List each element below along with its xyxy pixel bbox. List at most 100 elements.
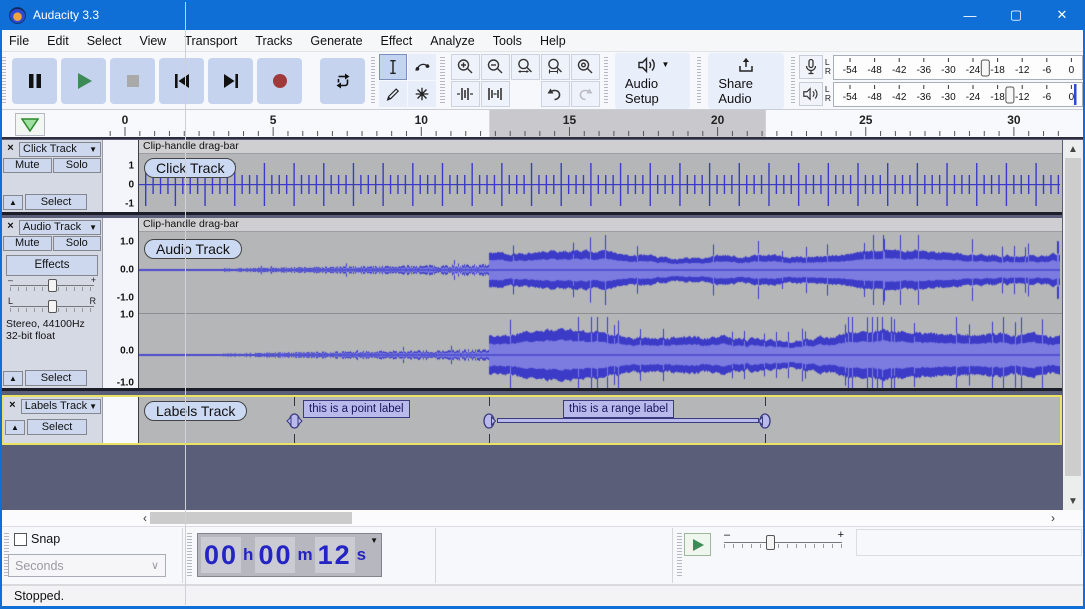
vertical-scrollbar-thumb[interactable] bbox=[1065, 158, 1081, 476]
click-track-name-chip[interactable]: Click Track bbox=[144, 158, 237, 178]
audio-solo-button[interactable]: Solo bbox=[52, 236, 101, 251]
time-toolbar-grip[interactable] bbox=[187, 533, 192, 578]
audio-track-clip[interactable]: Clip-handle drag-bar Audio Track bbox=[139, 218, 1062, 388]
range-label-text[interactable]: this is a range label bbox=[563, 400, 675, 418]
labels-track-name-chip[interactable]: Labels Track bbox=[144, 401, 248, 421]
menu-help[interactable]: Help bbox=[531, 31, 575, 51]
edit-toolbar-grip[interactable] bbox=[440, 57, 445, 104]
share-audio-button[interactable]: Share Audio bbox=[708, 52, 784, 109]
menu-tracks[interactable]: Tracks bbox=[246, 31, 301, 51]
click-track-close-button[interactable]: × bbox=[3, 142, 18, 156]
audio-setup-toolbar-grip[interactable] bbox=[603, 57, 608, 104]
play-speed-toolbar-grip[interactable] bbox=[677, 533, 682, 578]
scroll-down-arrow[interactable]: ▼ bbox=[1063, 492, 1083, 510]
audio-setup-button[interactable]: ▼ Audio Setup bbox=[614, 52, 691, 109]
labels-track-close-button[interactable]: × bbox=[5, 399, 20, 413]
silence-audio-button[interactable] bbox=[480, 81, 510, 107]
menu-edit[interactable]: Edit bbox=[38, 31, 78, 51]
audio-position-caret-icon[interactable]: ▼ bbox=[370, 536, 378, 545]
range-label-end-handle-icon[interactable] bbox=[758, 413, 772, 429]
labels-track-menu-button[interactable]: Labels Track ▼ bbox=[20, 398, 101, 414]
zoom-toggle-button[interactable] bbox=[570, 54, 600, 80]
audio-track-menu-button[interactable]: Audio Track ▼ bbox=[19, 219, 101, 235]
snap-checkbox[interactable] bbox=[14, 532, 27, 546]
loop-region-button[interactable] bbox=[15, 113, 45, 136]
maximize-button[interactable]: ▢ bbox=[993, 0, 1039, 30]
vertical-scrollbar[interactable]: ▲ ▼ bbox=[1063, 140, 1083, 510]
minimize-button[interactable]: — bbox=[947, 0, 993, 30]
stop-button[interactable] bbox=[110, 57, 156, 104]
skip-to-end-button[interactable] bbox=[208, 57, 254, 104]
zoom-out-button[interactable] bbox=[480, 54, 510, 80]
menu-tools[interactable]: Tools bbox=[484, 31, 531, 51]
menu-analyze[interactable]: Analyze bbox=[421, 31, 483, 51]
playback-speaker-icon[interactable] bbox=[798, 82, 823, 106]
audio-track-name-chip[interactable]: Audio Track bbox=[144, 239, 242, 259]
horizontal-scrollbar-thumb[interactable] bbox=[150, 512, 352, 524]
click-solo-button[interactable]: Solo bbox=[52, 158, 101, 173]
zoom-in-button[interactable] bbox=[450, 54, 480, 80]
zoom-selection-button[interactable] bbox=[510, 54, 540, 80]
share-audio-toolbar-grip[interactable] bbox=[697, 57, 702, 104]
time-digit-group[interactable]: 00 bbox=[255, 537, 296, 573]
gain-slider-thumb[interactable] bbox=[48, 279, 57, 292]
transport-toolbar-grip[interactable] bbox=[2, 57, 7, 104]
pause-button[interactable] bbox=[12, 57, 58, 104]
fit-project-button[interactable] bbox=[540, 54, 570, 80]
undo-button[interactable] bbox=[540, 81, 570, 107]
audio-select-button[interactable]: Select bbox=[25, 370, 87, 386]
point-label-handle-icon[interactable] bbox=[286, 413, 303, 429]
labels-track-clip[interactable]: Labels Track this is a point label this … bbox=[139, 397, 1060, 443]
pan-slider-thumb[interactable] bbox=[48, 300, 57, 313]
speed-slider-thumb[interactable] bbox=[766, 535, 775, 550]
tools-toolbar-grip[interactable] bbox=[371, 57, 376, 104]
click-clip-drag-bar[interactable]: Clip-handle drag-bar bbox=[139, 140, 1062, 154]
range-label-bar[interactable] bbox=[497, 418, 759, 423]
click-vertical-ruler[interactable]: 1 0 -1 bbox=[103, 140, 139, 212]
selection-tool-button[interactable] bbox=[379, 54, 408, 80]
snap-mode-select[interactable]: Seconds ∨ bbox=[8, 554, 166, 577]
timeline-ruler[interactable]: 0 5 10 15 20 25 30 bbox=[103, 110, 1063, 137]
envelope-tool-button[interactable] bbox=[408, 54, 437, 80]
multi-tool-button[interactable] bbox=[408, 81, 437, 107]
labels-select-button[interactable]: Select bbox=[27, 419, 87, 435]
menu-generate[interactable]: Generate bbox=[301, 31, 371, 51]
audio-effects-button[interactable]: Effects bbox=[6, 255, 98, 276]
play-button[interactable] bbox=[61, 57, 107, 104]
click-collapse-button[interactable]: ▲ bbox=[3, 194, 23, 210]
scroll-up-arrow[interactable]: ▲ bbox=[1063, 140, 1083, 158]
menu-effect[interactable]: Effect bbox=[372, 31, 422, 51]
time-digit-group[interactable]: 12 bbox=[314, 537, 355, 573]
scroll-right-arrow[interactable]: › bbox=[1046, 511, 1060, 525]
track-area[interactable]: × Click Track ▼ Mute Solo ▲ Select 1 0 -… bbox=[0, 139, 1085, 510]
menu-view[interactable]: View bbox=[130, 31, 175, 51]
labels-collapse-button[interactable]: ▲ bbox=[5, 419, 25, 435]
audio-mute-button[interactable]: Mute bbox=[3, 236, 52, 251]
audio-clip-drag-bar[interactable]: Clip-handle drag-bar bbox=[139, 218, 1062, 232]
range-label-start-handle-icon[interactable] bbox=[482, 413, 496, 429]
skip-to-start-button[interactable] bbox=[159, 57, 205, 104]
audio-track-close-button[interactable]: × bbox=[3, 220, 18, 234]
recording-meter[interactable]: -54 -48 -42 -36 -30 -24 -18 -12 -6 0 bbox=[833, 54, 1084, 80]
trim-audio-button[interactable] bbox=[450, 81, 480, 107]
click-select-button[interactable]: Select bbox=[25, 194, 87, 210]
audio-pan-slider[interactable]: L R bbox=[8, 296, 96, 314]
close-button[interactable]: ✕ bbox=[1039, 0, 1085, 30]
click-track-menu-button[interactable]: Click Track ▼ bbox=[19, 141, 101, 157]
audio-gain-slider[interactable]: – + bbox=[8, 275, 96, 293]
audio-vertical-ruler[interactable]: 1.0 0.0 -1.0 1.0 0.0 -1.0 bbox=[103, 218, 139, 389]
point-label-text[interactable]: this is a point label bbox=[303, 400, 410, 418]
loop-button[interactable] bbox=[320, 57, 366, 104]
draw-tool-button[interactable] bbox=[379, 81, 408, 107]
play-at-speed-button[interactable] bbox=[684, 533, 711, 556]
menu-select[interactable]: Select bbox=[78, 31, 131, 51]
playback-meter[interactable]: -54 -48 -42 -36 -30 -24 -18 -12 -6 0 bbox=[833, 81, 1084, 107]
audio-position-display[interactable]: 00 h 00 m 12 s ▼ bbox=[197, 533, 383, 577]
time-digit-group[interactable]: 00 bbox=[201, 537, 242, 573]
redo-button[interactable] bbox=[570, 81, 600, 107]
click-mute-button[interactable]: Mute bbox=[3, 158, 52, 173]
play-speed-slider[interactable]: – + bbox=[722, 529, 844, 553]
audio-collapse-button[interactable]: ▲ bbox=[3, 370, 23, 386]
menu-file[interactable]: File bbox=[0, 31, 38, 51]
microphone-icon[interactable] bbox=[798, 55, 823, 79]
